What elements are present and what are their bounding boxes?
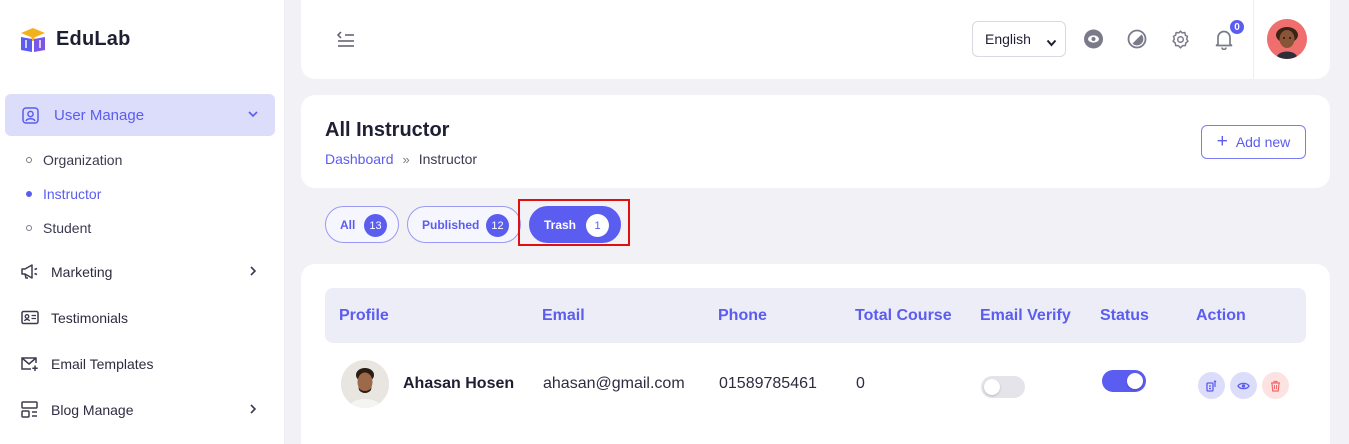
sidebar-subitem-label: Organization [43, 152, 123, 168]
divider [1253, 0, 1254, 79]
breadcrumb-dashboard-link[interactable]: Dashboard [325, 151, 394, 167]
sidebar-item-testimonials[interactable]: Testimonials [20, 308, 265, 327]
sidebar-item-label: Testimonials [51, 309, 129, 326]
layout-icon [20, 400, 39, 419]
table-header: Profile Email Phone Total Course Email V… [325, 288, 1306, 343]
edit-icon [1205, 379, 1216, 392]
add-new-label: Add new [1235, 134, 1291, 150]
bullet-icon [26, 157, 32, 163]
edulab-logo-icon [21, 28, 45, 52]
language-select-value: English [985, 31, 1031, 47]
status-toggle[interactable] [1102, 370, 1146, 392]
sidebar-item-email-templates[interactable]: Email Templates [20, 354, 265, 373]
instructor-email: ahasan@gmail.com [543, 375, 685, 392]
tab-label: All [340, 217, 356, 232]
column-header-email: Email [542, 307, 585, 324]
tab-count-badge: 13 [364, 214, 387, 237]
instructor-name: Ahasan Hosen [403, 375, 515, 392]
plus-icon: + [1216, 130, 1228, 152]
column-header-phone: Phone [718, 307, 767, 324]
user-square-icon [21, 106, 40, 125]
instructor-total-course: 0 [856, 375, 865, 392]
language-select[interactable]: English [972, 21, 1066, 57]
sidebar-item-user-manage[interactable]: User Manage [5, 94, 275, 136]
sidebar-subitem-instructor[interactable]: Instructor [26, 186, 101, 202]
tab-all[interactable]: All 13 [325, 206, 399, 243]
eye-icon[interactable] [1083, 29, 1104, 54]
menu-collapse-icon[interactable] [336, 30, 356, 53]
tab-published[interactable]: Published 12 [407, 206, 521, 243]
instructor-phone: 01589785461 [719, 375, 817, 392]
sidebar-item-blog-manage[interactable]: Blog Manage [20, 400, 265, 419]
sidebar-subitem-student[interactable]: Student [26, 220, 91, 236]
top-bar: English 0 [301, 0, 1330, 79]
toggle-knob [984, 379, 1000, 395]
bullet-icon [26, 191, 32, 197]
toggle-knob [1127, 373, 1143, 389]
id-card-icon [20, 308, 39, 327]
brand-name: EduLab [56, 27, 131, 50]
add-new-button[interactable]: + Add new [1201, 125, 1306, 159]
sidebar-item-label: Marketing [51, 263, 113, 280]
column-header-status: Status [1100, 307, 1149, 324]
theme-toggle-icon[interactable] [1127, 29, 1147, 54]
email-verify-toggle[interactable] [981, 376, 1025, 398]
edit-action-button[interactable] [1198, 372, 1225, 399]
sidebar-item-label: Blog Manage [51, 401, 134, 418]
tab-count-badge: 12 [486, 214, 509, 237]
bullet-icon [26, 225, 32, 231]
chevron-down-icon [1046, 35, 1057, 51]
tab-label: Published [422, 217, 480, 232]
eye-icon [1237, 382, 1250, 389]
delete-action-button[interactable] [1262, 372, 1289, 399]
trash-icon [1271, 380, 1280, 392]
instructor-table-card: Profile Email Phone Total Course Email V… [301, 264, 1330, 444]
column-header-email-verify: Email Verify [980, 307, 1071, 324]
instructor-avatar [341, 360, 389, 408]
sidebar-item-label: User Manage [54, 106, 145, 124]
user-avatar[interactable] [1267, 19, 1307, 59]
view-action-button[interactable] [1230, 372, 1257, 399]
page-header-card: All Instructor Dashboard » Instructor + … [301, 95, 1330, 188]
chevron-right-icon [247, 402, 259, 418]
sidebar-subitem-label: Instructor [43, 186, 102, 202]
megaphone-icon [20, 262, 39, 281]
sidebar-subitem-label: Student [43, 220, 92, 236]
mail-plus-icon [20, 354, 39, 373]
column-header-total-course: Total Course [855, 307, 952, 324]
chevron-right-icon [247, 264, 259, 280]
column-header-profile: Profile [339, 307, 389, 324]
breadcrumb: Dashboard » Instructor [325, 151, 477, 167]
page-title: All Instructor [325, 119, 450, 141]
sidebar-subitem-organization[interactable]: Organization [26, 152, 122, 168]
sidebar-item-label: Email Templates [51, 355, 154, 372]
notification-count-badge: 0 [1229, 19, 1245, 35]
brand[interactable]: EduLab [18, 24, 131, 54]
sidebar-item-marketing[interactable]: Marketing [20, 262, 265, 281]
column-header-action: Action [1196, 307, 1246, 324]
sidebar: EduLab User Manage Organization Instruct… [0, 0, 285, 444]
breadcrumb-current: Instructor [418, 151, 478, 167]
breadcrumb-separator: » [402, 151, 410, 167]
chevron-down-icon [247, 107, 259, 125]
selection-highlight-box [518, 199, 630, 246]
gear-icon[interactable] [1170, 29, 1191, 55]
